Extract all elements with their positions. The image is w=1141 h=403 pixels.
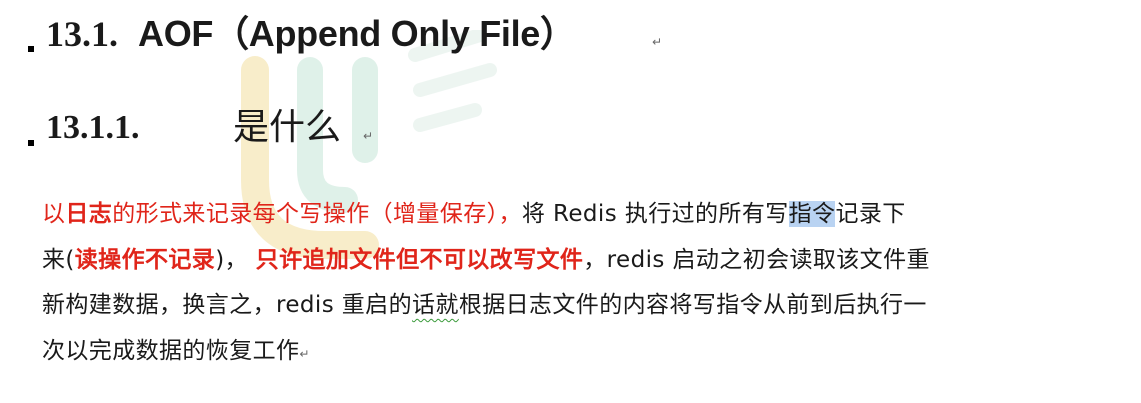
heading-number: 13.1. xyxy=(46,14,118,54)
text-run: 新构建数据，换言之，redis 重启的 xyxy=(42,292,412,318)
paragraph-line-1: 以日志的形式来记录每个写操作（增量保存），将 Redis 执行过的所有写指令记录… xyxy=(42,192,1122,238)
text-run: 次以完成数据的恢复工作 xyxy=(42,337,300,364)
paragraph-mark-icon: ↵ xyxy=(299,346,310,361)
text-run: )， xyxy=(215,246,256,273)
text-run: 以 xyxy=(42,201,66,227)
emphasis-run: 读操作不记录 xyxy=(74,246,216,273)
text-run: 来( xyxy=(42,246,75,273)
heading-bullet-marker xyxy=(28,46,34,52)
text-run: 记录下 xyxy=(835,201,906,227)
text-run: ，redis 启动之初会读取该文件重 xyxy=(583,246,930,273)
body-paragraph[interactable]: 以日志的形式来记录每个写操作（增量保存），将 Redis 执行过的所有写指令记录… xyxy=(42,192,1122,377)
paragraph-mark-icon: ↵ xyxy=(363,129,374,143)
spellcheck-underlined-text: 话就 xyxy=(412,292,459,318)
text-run: 的形式来记录每个写操作（增量保存）， xyxy=(112,201,522,227)
heading-title: 是什么 xyxy=(233,107,342,148)
emphasis-run: 日志 xyxy=(65,201,113,227)
emphasis-run: 只许追加文件但不可以改写文件 xyxy=(255,246,584,273)
paragraph-line-3: 新构建数据，换言之，redis 重启的话就根据日志文件的内容将写指令从前到后执行… xyxy=(42,283,1122,329)
paragraph-mark-icon: ↵ xyxy=(652,35,663,49)
text-run: 将 Redis 执行过的所有写 xyxy=(521,201,789,227)
document-page: 13.1. AOF（Append Only File） ↵ 13.1.1. 是什… xyxy=(0,0,1141,403)
heading-number: 13.1.1. xyxy=(46,109,140,146)
paragraph-line-4: 次以完成数据的恢复工作↵ xyxy=(42,329,1122,378)
heading-bullet-marker xyxy=(28,140,34,146)
text-run: 根据日志文件的内容将写指令从前到后执行一 xyxy=(458,292,927,318)
paragraph-line-2: 来(读操作不记录)， 只许追加文件但不可以改写文件，redis 启动之初会读取该… xyxy=(42,238,1122,284)
selected-text[interactable]: 指令 xyxy=(788,201,836,227)
heading-title: AOF（Append Only File） xyxy=(138,13,576,54)
